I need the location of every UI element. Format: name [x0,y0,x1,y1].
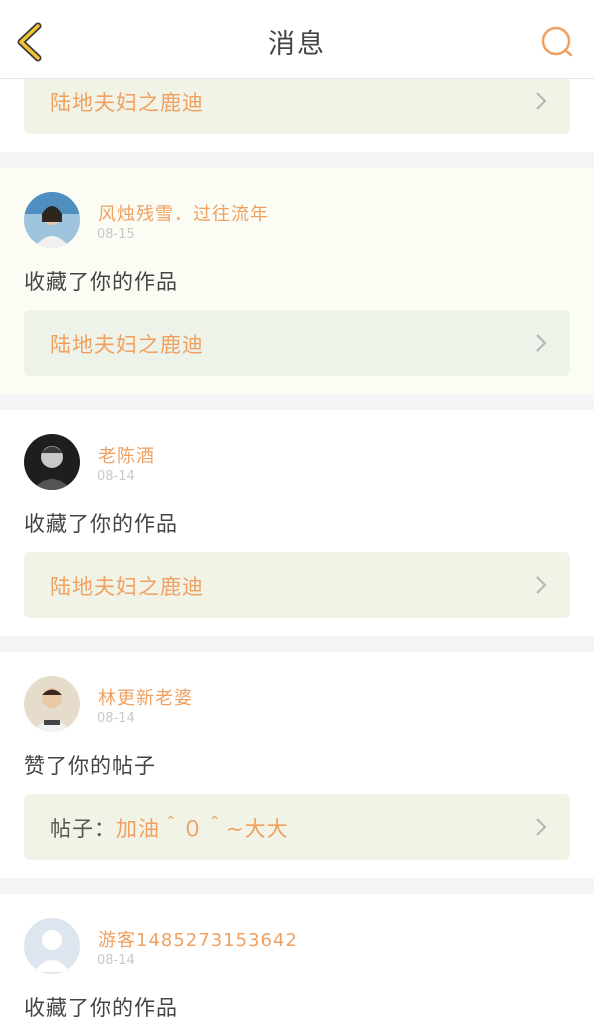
avatar[interactable] [24,918,80,974]
user-name[interactable]: 老陈酒 [98,442,155,468]
work-link[interactable]: 帖子：加油＾０＾~大大 [24,794,570,860]
work-title: 陆地夫妇之鹿迪 [50,575,204,599]
work-title: 陆地夫妇之鹿迪 [50,333,204,357]
message-date: 08-15 [97,227,135,242]
message-date: 08-14 [97,711,135,726]
message-card: 林更新老婆 08-14 赞了你的帖子 帖子：加油＾０＾~大大 [0,652,594,878]
work-title: 加油＾０＾~大大 [116,817,289,841]
user-name[interactable]: 林更新老婆 [98,684,193,710]
search-icon [541,26,573,57]
action-text: 收藏了你的作品 [24,996,178,1020]
work-link[interactable]: 陆地夫妇之鹿迪 [24,552,570,618]
action-text: 收藏了你的作品 [24,270,178,294]
message-card: 游客1485273153642 08-14 收藏了你的作品 [0,894,594,1024]
chevron-right-icon [536,818,547,836]
work-prefix: 帖子： [50,817,116,841]
message-card: 风烛残雪．过往流年 08-15 收藏了你的作品 陆地夫妇之鹿迪 [0,168,594,394]
action-text: 收藏了你的作品 [24,512,178,536]
action-text: 赞了你的帖子 [24,754,156,778]
top-bar: 消息 [0,0,594,79]
avatar[interactable] [24,192,80,248]
message-date: 08-14 [97,469,135,484]
work-link[interactable]: 陆地夫妇之鹿迪 [24,310,570,376]
search-button[interactable] [540,24,576,60]
work-title: 陆地夫妇之鹿迪 [50,91,204,115]
user-name[interactable]: 风烛残雪．过往流年 [98,200,269,226]
chevron-right-icon [536,576,547,594]
avatar[interactable] [24,676,80,732]
message-date: 08-14 [97,953,135,968]
chevron-right-icon [536,334,547,352]
user-name[interactable]: 游客1485273153642 [98,926,298,952]
avatar[interactable] [24,434,80,490]
message-card: 老陈酒 08-14 收藏了你的作品 陆地夫妇之鹿迪 [0,410,594,636]
page-title: 消息 [268,29,326,60]
chevron-right-icon [536,92,547,110]
